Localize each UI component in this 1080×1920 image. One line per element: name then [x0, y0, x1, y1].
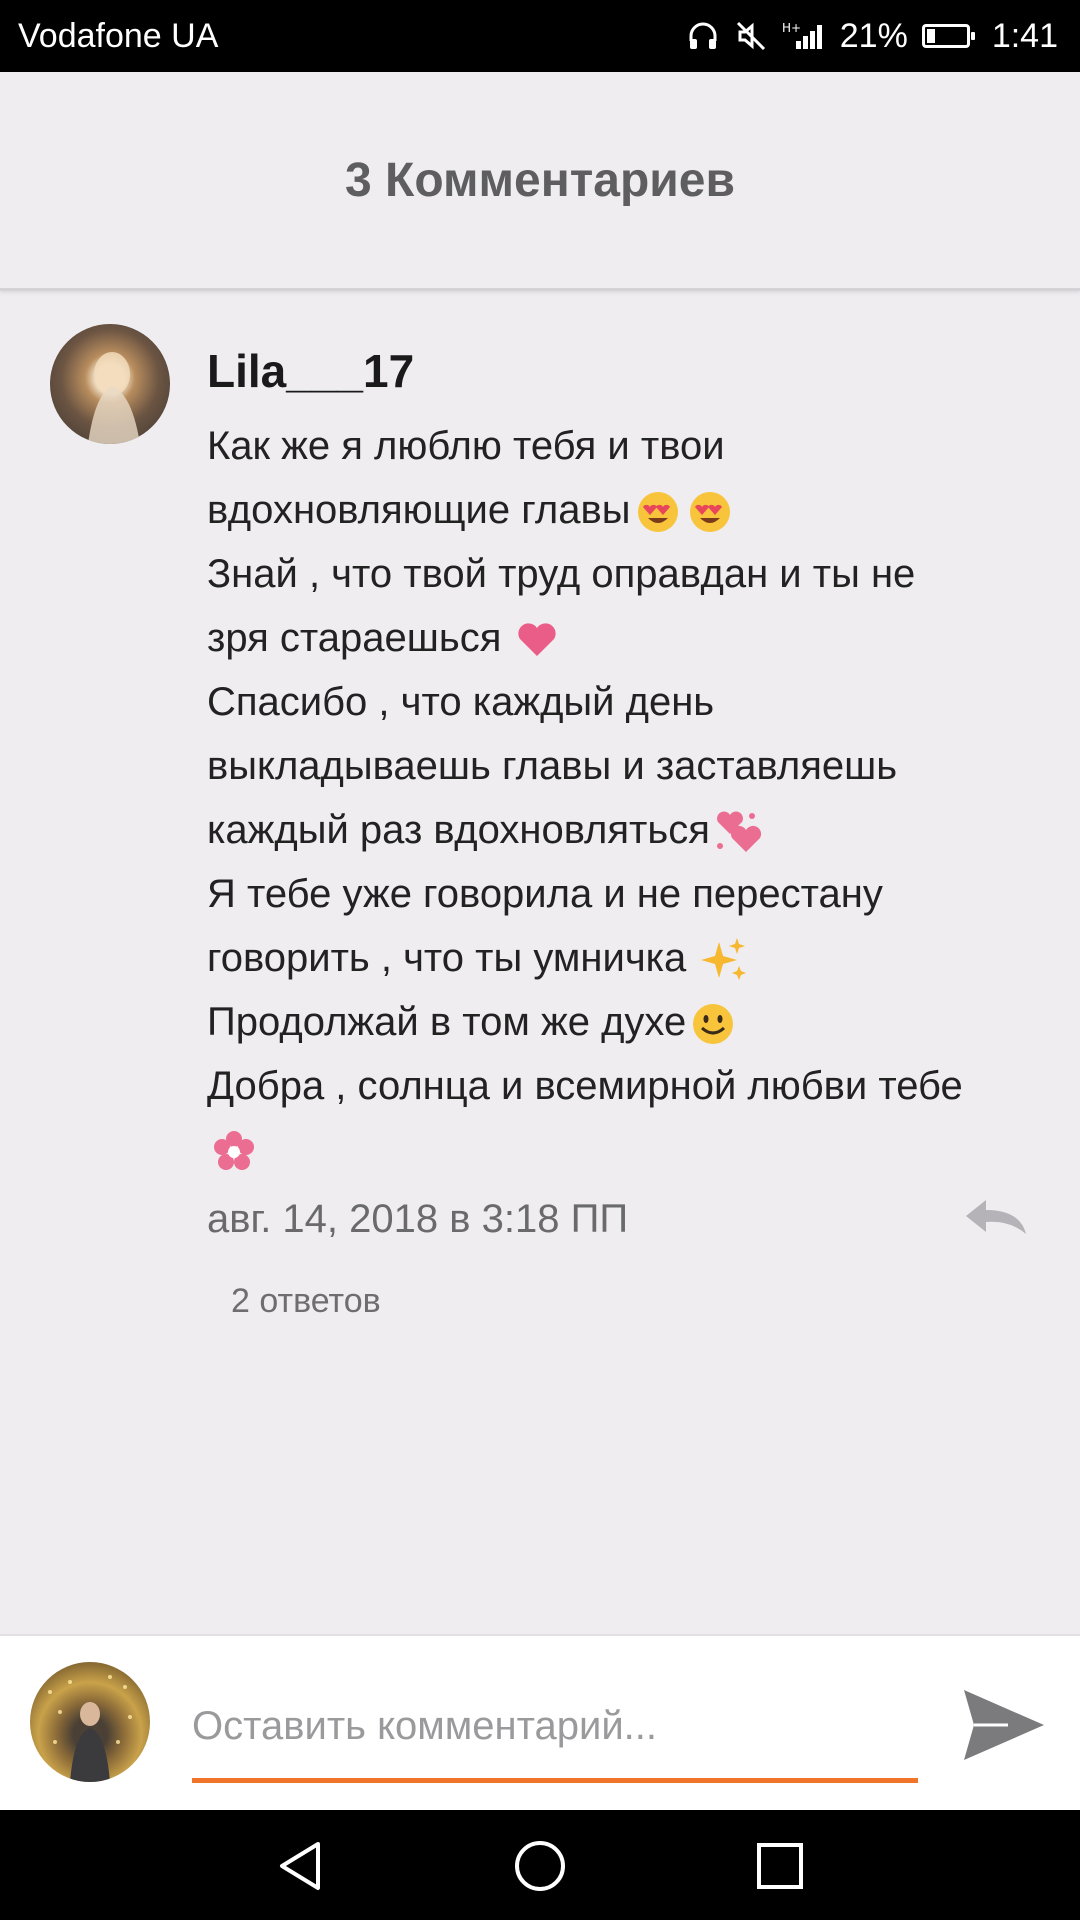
- signal-icon: H+: [782, 19, 826, 53]
- comment-composer: [0, 1634, 1080, 1812]
- clock: 1:41: [991, 16, 1058, 55]
- sparkles-emoji: [699, 936, 749, 984]
- comment-line: Добра , солнца и всемирной любви тебе: [207, 1064, 963, 1108]
- status-bar: Vodafone UA H+ 21% 1:41: [0, 0, 1080, 72]
- comment-line: выкладываешь главы и заставляешь: [207, 744, 898, 788]
- comment-line: вдохновляющие главы: [207, 478, 1027, 542]
- heart-eyes-emoji: [633, 490, 683, 534]
- headphones-icon: [686, 19, 720, 53]
- comment-timestamp: авг. 14, 2018 в 3:18 ПП: [207, 1197, 629, 1241]
- navigation-bar: [0, 1810, 1080, 1920]
- comment-line: каждый раз вдохновляться: [207, 798, 1027, 862]
- page-title: 3 Комментариев: [345, 153, 735, 207]
- comment-line: зря стараешься: [207, 606, 1027, 670]
- send-button[interactable]: [958, 1680, 1048, 1770]
- mute-icon: [734, 19, 768, 53]
- comment-line: Я тебе уже говорила и не перестану: [207, 872, 883, 916]
- battery-percent: 21%: [839, 16, 908, 55]
- smile-emoji: [688, 1002, 738, 1046]
- input-underline: [192, 1778, 918, 1783]
- recents-square-icon: [757, 1843, 803, 1889]
- comment-line: Знай , что твой труд оправдан и ты не: [207, 552, 916, 596]
- two-hearts-emoji: [712, 808, 764, 856]
- flower-emoji: [209, 1127, 259, 1177]
- user-avatar[interactable]: [30, 1662, 150, 1782]
- status-icons: H+ 21% 1:41: [686, 17, 1058, 56]
- battery-icon: [921, 24, 975, 48]
- battery-fill: [926, 29, 935, 43]
- heart-emoji: [514, 620, 560, 660]
- comment-line: Как же я люблю тебя и твои: [207, 424, 725, 468]
- carrier-name: Vodafone UA: [18, 16, 219, 55]
- network-type: H+: [782, 21, 801, 35]
- comments-header: 3 Комментариев: [0, 72, 1080, 291]
- comment-line: Спасибо , что каждый день: [207, 680, 715, 724]
- comment-text: Как же я люблю тебя и твои вдохновляющие…: [207, 414, 1027, 1182]
- comment-line: [207, 1118, 1027, 1182]
- reply-icon[interactable]: [962, 1192, 1032, 1242]
- comment-username[interactable]: Lila___17: [207, 344, 414, 398]
- send-icon: [964, 1690, 1044, 1760]
- comment-input[interactable]: [192, 1692, 918, 1760]
- back-triangle-icon: [280, 1842, 320, 1890]
- comment-line: говорить , что ты умничка: [207, 926, 1027, 990]
- heart-eyes-emoji: [685, 490, 735, 534]
- comment-line: Продолжай в том же духе: [207, 990, 1027, 1054]
- recents-button[interactable]: [752, 1838, 808, 1894]
- back-button[interactable]: [272, 1838, 328, 1894]
- home-circle-icon: [515, 1841, 565, 1891]
- replies-link[interactable]: 2 ответов: [231, 1282, 381, 1321]
- commenter-avatar[interactable]: [50, 324, 170, 444]
- home-button[interactable]: [512, 1838, 568, 1894]
